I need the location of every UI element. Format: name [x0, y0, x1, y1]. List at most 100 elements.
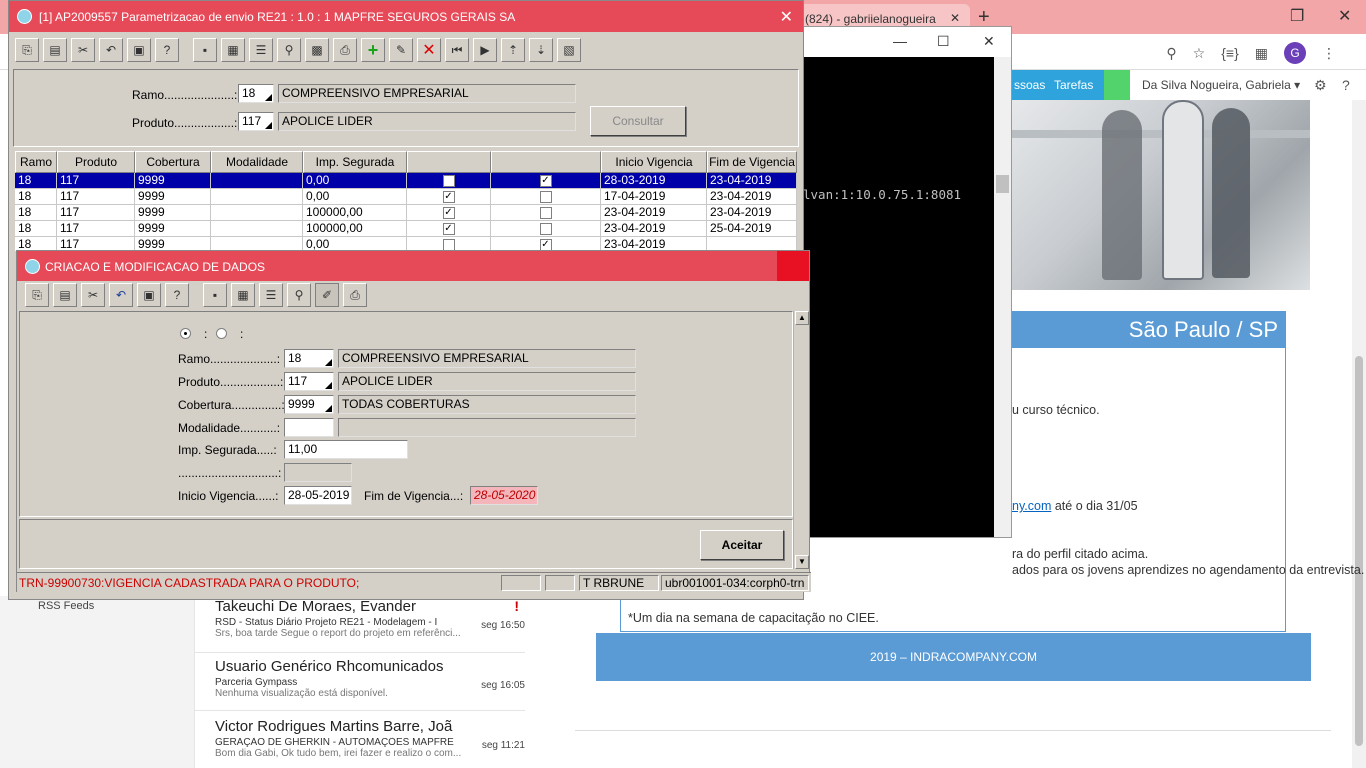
close-button[interactable] [777, 251, 809, 281]
paste-icon[interactable]: ▤ [43, 38, 67, 62]
scroll-up-icon[interactable]: ▲ [795, 311, 809, 325]
cell-produto[interactable]: 117 [57, 221, 135, 237]
execute-query-icon[interactable]: ▩ [305, 38, 329, 62]
sort-asc-icon[interactable]: ⇡ [501, 38, 525, 62]
print-icon[interactable]: ⎙ [333, 38, 357, 62]
cell-imp-segurada[interactable]: 100000,00 [303, 205, 407, 221]
close-window-icon[interactable]: ✕ [1338, 6, 1351, 26]
cell-inicio-vigencia[interactable]: 23-04-2019 [601, 221, 707, 237]
checkbox[interactable] [539, 191, 552, 203]
cell-inicio-vigencia[interactable]: 23-04-2019 [601, 205, 707, 221]
dialog-titlebar[interactable]: CRIACAO E MODIFICACAO DE DADOS [17, 251, 809, 281]
col-flag-2[interactable] [491, 151, 601, 173]
cell-imp-segurada[interactable]: 0,00 [303, 173, 407, 189]
aceitar-button[interactable]: Aceitar [700, 530, 784, 560]
paste-icon[interactable]: ▤ [53, 283, 77, 307]
page-scrollbar[interactable] [1352, 100, 1366, 768]
col-inicio-vigencia[interactable]: Inicio Vigencia [601, 151, 707, 173]
zoom-icon[interactable]: ⚲ [1166, 45, 1176, 62]
checkbox[interactable] [442, 175, 455, 187]
nav-pessoas[interactable]: ssoas [1014, 78, 1045, 92]
cell-fim-vigencia[interactable]: 23-04-2019 [707, 173, 797, 189]
table-row[interactable]: 18 117 9999 0,00 ✓ 23-04-2019 [15, 237, 797, 251]
col-produto[interactable]: Produto [57, 151, 135, 173]
cell-flag-2[interactable] [491, 189, 601, 205]
radio-option-1[interactable] [180, 328, 191, 339]
cell-modalidade[interactable] [211, 205, 303, 221]
rss-feeds-folder[interactable]: RSS Feeds [38, 600, 94, 612]
list-item[interactable]: Usuario Genérico Rhcomunicados Parceria … [215, 658, 525, 699]
cell-fim-vigencia[interactable] [707, 237, 797, 251]
avatar[interactable]: G [1284, 42, 1306, 64]
cell-produto[interactable]: 117 [57, 173, 135, 189]
cell-flag-1[interactable] [407, 237, 491, 251]
help-icon[interactable]: ? [165, 283, 189, 307]
cell-flag-1[interactable]: ✓ [407, 189, 491, 205]
cell-ramo[interactable]: 18 [15, 221, 57, 237]
save-icon[interactable]: ▪ [193, 38, 217, 62]
checkbox[interactable]: ✓ [442, 191, 455, 203]
cell-flag-2[interactable] [491, 221, 601, 237]
cell-fim-vigencia[interactable]: 25-04-2019 [707, 221, 797, 237]
undo-icon[interactable]: ↶ [99, 38, 123, 62]
cell-ramo[interactable]: 18 [15, 237, 57, 251]
cell-cobertura[interactable]: 9999 [135, 205, 211, 221]
checkbox[interactable]: ✓ [442, 223, 455, 235]
cell-flag-1[interactable] [407, 173, 491, 189]
table-row[interactable]: 18 117 9999 100000,00 ✓ 23-04-2019 25-04-2019 [15, 221, 797, 237]
cell-flag-2[interactable]: ✓ [491, 173, 601, 189]
cell-inicio-vigencia[interactable]: 23-04-2019 [601, 237, 707, 251]
cell-inicio-vigencia[interactable]: 28-03-2019 [601, 173, 707, 189]
email-link[interactable]: ny.com [1012, 499, 1051, 513]
cell-flag-2[interactable] [491, 205, 601, 221]
edit-icon[interactable]: ▣ [127, 38, 151, 62]
consultar-button[interactable]: Consultar [590, 106, 686, 136]
col-cobertura[interactable]: Cobertura [135, 151, 211, 173]
cut-icon[interactable]: ✂ [71, 38, 95, 62]
col-fim-vigencia[interactable]: Fim de Vigencia [707, 151, 797, 173]
undo-icon[interactable]: ↶ [109, 283, 133, 307]
brush-icon[interactable]: ✐ [315, 283, 339, 307]
cell-imp-segurada[interactable]: 0,00 [303, 189, 407, 205]
copy-icon[interactable]: ⎘ [25, 283, 49, 307]
console-window[interactable]: — ☐ ✕ lvan:1:10.0.75.1:8081 [800, 26, 1012, 538]
checkbox[interactable] [539, 207, 552, 219]
close-icon[interactable]: ✕ [983, 33, 995, 50]
radio-option-2[interactable] [216, 328, 227, 339]
cobertura-code-field[interactable]: 9999 [284, 395, 334, 414]
table-row[interactable]: 18 117 9999 0,00 ✓ 28-03-2019 23-04-2019 [15, 173, 797, 189]
copy-icon[interactable]: ⎘ [15, 38, 39, 62]
delete-icon[interactable]: ✕ [417, 38, 441, 62]
minimize-icon[interactable]: — [893, 33, 907, 49]
cell-cobertura[interactable]: 9999 [135, 173, 211, 189]
ramo-code-field[interactable]: 18 [284, 349, 334, 368]
print-icon[interactable]: ⎙ [343, 283, 367, 307]
checkbox[interactable] [539, 223, 552, 235]
restore-icon[interactable]: ❐ [1290, 6, 1304, 26]
cell-modalidade[interactable] [211, 173, 303, 189]
scroll-down-icon[interactable]: ▼ [795, 555, 809, 569]
help-icon[interactable]: ? [1342, 77, 1350, 93]
col-flag-1[interactable] [407, 151, 491, 173]
cell-ramo[interactable]: 18 [15, 189, 57, 205]
first-record-icon[interactable]: ⏮ [445, 38, 469, 62]
cell-modalidade[interactable] [211, 237, 303, 251]
inicio-vigencia-field[interactable]: 28-05-2019 [284, 486, 352, 505]
cell-imp-segurada[interactable]: 100000,00 [303, 221, 407, 237]
cell-flag-2[interactable]: ✓ [491, 237, 601, 251]
search-icon[interactable]: ⚲ [287, 283, 311, 307]
cut-icon[interactable]: ✂ [81, 283, 105, 307]
scrollbar-thumb[interactable] [996, 175, 1009, 193]
next-record-icon[interactable]: ▶ [473, 38, 497, 62]
sort-desc-icon[interactable]: ⇣ [529, 38, 553, 62]
col-modalidade[interactable]: Modalidade [211, 151, 303, 173]
ramo-code-field[interactable]: 18 [238, 84, 274, 103]
cell-modalidade[interactable] [211, 221, 303, 237]
list-item[interactable]: Victor Rodrigues Martins Barre, Joã GERA… [215, 718, 525, 759]
qr-icon[interactable]: ▦ [1255, 45, 1268, 62]
cell-cobertura[interactable]: 9999 [135, 189, 211, 205]
cell-fim-vigencia[interactable]: 23-04-2019 [707, 205, 797, 221]
checkbox[interactable]: ✓ [442, 207, 455, 219]
add-icon[interactable]: + [361, 38, 385, 62]
gear-icon[interactable]: ⚙ [1314, 77, 1327, 94]
